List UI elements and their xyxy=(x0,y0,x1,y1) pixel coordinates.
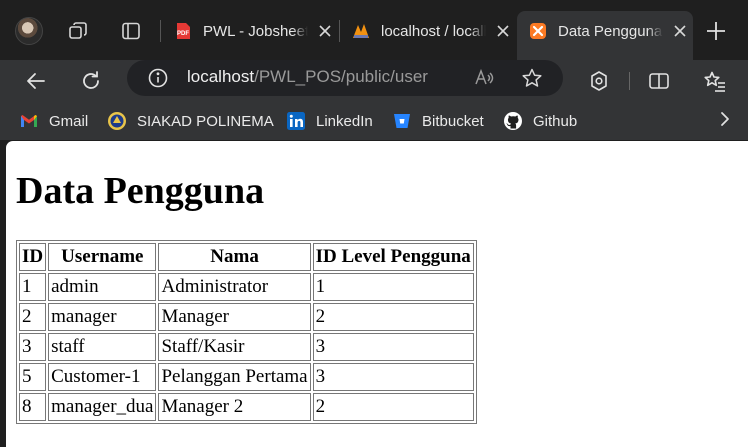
cell-level: 2 xyxy=(312,303,474,331)
users-table: ID Username Nama ID Level Pengguna 1 adm… xyxy=(16,240,477,424)
page-viewport: Data Pengguna ID Username Nama ID Level … xyxy=(6,141,748,447)
bookmark-label: Github xyxy=(533,112,578,130)
back-icon[interactable] xyxy=(24,69,48,93)
split-screen-icon[interactable] xyxy=(647,69,671,93)
bookmark-gmail[interactable]: Gmail xyxy=(19,109,88,133)
cell-id: 5 xyxy=(19,363,47,391)
cell-level: 1 xyxy=(312,273,474,301)
column-header-id: ID xyxy=(19,243,47,271)
tab-pwl-jobsheet[interactable]: PDF PWL - Jobsheet xyxy=(162,11,338,51)
cell-id: 3 xyxy=(19,333,47,361)
tab-title: Data Pengguna xyxy=(558,22,663,40)
workspaces-icon[interactable] xyxy=(67,20,89,42)
bookmark-bitbucket[interactable]: Bitbucket xyxy=(392,109,484,133)
tab-data-pengguna[interactable]: Data Pengguna xyxy=(517,11,693,60)
bookmark-label: LinkedIn xyxy=(316,112,373,130)
table-row: 1 admin Administrator 1 xyxy=(19,273,474,301)
page-title: Data Pengguna xyxy=(16,170,265,212)
tab-title: PWL - Jobsheet xyxy=(203,22,308,40)
linkedin-icon xyxy=(287,112,305,130)
phpmyadmin-icon xyxy=(353,24,369,38)
chevron-right-icon[interactable] xyxy=(716,110,734,128)
polinema-icon xyxy=(108,112,126,130)
bookmark-linkedin[interactable]: LinkedIn xyxy=(286,109,373,133)
toolbar-separator xyxy=(629,72,630,90)
cell-username: admin xyxy=(48,273,157,301)
address-bar[interactable]: localhost/PWL_POS/public/user xyxy=(127,60,563,96)
cell-username: staff xyxy=(48,333,157,361)
pdf-icon: PDF xyxy=(177,23,190,39)
cell-level: 3 xyxy=(312,363,474,391)
bitbucket-icon xyxy=(394,114,410,128)
tab-strip: PDF PWL - Jobsheet localhost / localhost… xyxy=(0,0,748,60)
bookmark-label: Gmail xyxy=(49,112,89,130)
bookmark-label: Bitbucket xyxy=(422,112,484,130)
cell-nama: Staff/Kasir xyxy=(158,333,311,361)
cell-username: manager xyxy=(48,303,157,331)
cell-username: Customer-1 xyxy=(48,363,157,391)
url-text: localhost/PWL_POS/public/user xyxy=(187,67,428,87)
close-icon[interactable] xyxy=(318,24,332,38)
table-row: 8 manager_dua Manager 2 2 xyxy=(19,393,474,421)
read-aloud-icon[interactable] xyxy=(474,68,494,88)
column-header-username: Username xyxy=(48,243,157,271)
bookmark-github[interactable]: Github xyxy=(503,109,577,133)
xampp-icon xyxy=(530,23,546,39)
tab-separator xyxy=(160,20,161,42)
svg-text:PDF: PDF xyxy=(177,31,189,37)
cell-id: 2 xyxy=(19,303,47,331)
cell-nama: Pelanggan Pertama xyxy=(158,363,311,391)
extensions-icon[interactable] xyxy=(587,69,611,93)
profile-avatar[interactable] xyxy=(15,17,43,45)
cell-username: manager_dua xyxy=(48,393,157,421)
url-path: /PWL_POS/public/user xyxy=(254,67,428,86)
cell-level: 2 xyxy=(312,393,474,421)
tab-actions-icon[interactable] xyxy=(120,20,142,42)
column-header-nama: Nama xyxy=(158,243,311,271)
browser-window: PDF PWL - Jobsheet localhost / localhost… xyxy=(0,0,748,447)
cell-id: 8 xyxy=(19,393,47,421)
favorites-icon[interactable] xyxy=(703,69,727,93)
close-icon[interactable] xyxy=(496,24,510,38)
table-header-row: ID Username Nama ID Level Pengguna xyxy=(19,243,474,271)
site-info-icon[interactable] xyxy=(147,67,169,89)
github-icon xyxy=(504,112,522,130)
tab-title: localhost / localhost xyxy=(381,22,486,40)
page-content: Data Pengguna ID Username Nama ID Level … xyxy=(6,169,748,424)
navigation-toolbar: localhost/PWL_POS/public/user xyxy=(0,60,748,102)
tab-phpmyadmin[interactable]: localhost / localhost xyxy=(340,11,516,51)
table-row: 3 staff Staff/Kasir 3 xyxy=(19,333,474,361)
gmail-icon xyxy=(21,115,37,127)
table-row: 5 Customer-1 Pelanggan Pertama 3 xyxy=(19,363,474,391)
cell-nama: Manager 2 xyxy=(158,393,311,421)
url-host: localhost xyxy=(187,67,255,86)
new-tab-icon[interactable] xyxy=(705,20,727,42)
table-row: 2 manager Manager 2 xyxy=(19,303,474,331)
bookmark-siakad-polinema[interactable]: SIAKAD POLINEMA xyxy=(107,109,274,133)
bookmark-label: SIAKAD POLINEMA xyxy=(137,112,274,130)
bookmarks-bar: Gmail SIAKAD POLINEMA LinkedIn Bitbucket… xyxy=(0,102,748,140)
favorite-star-icon[interactable] xyxy=(521,67,543,89)
cell-level: 3 xyxy=(312,333,474,361)
cell-nama: Administrator xyxy=(158,273,311,301)
close-icon[interactable] xyxy=(673,24,687,38)
cell-nama: Manager xyxy=(158,303,311,331)
column-header-level: ID Level Pengguna xyxy=(312,243,474,271)
reload-icon[interactable] xyxy=(79,69,103,93)
cell-id: 1 xyxy=(19,273,47,301)
